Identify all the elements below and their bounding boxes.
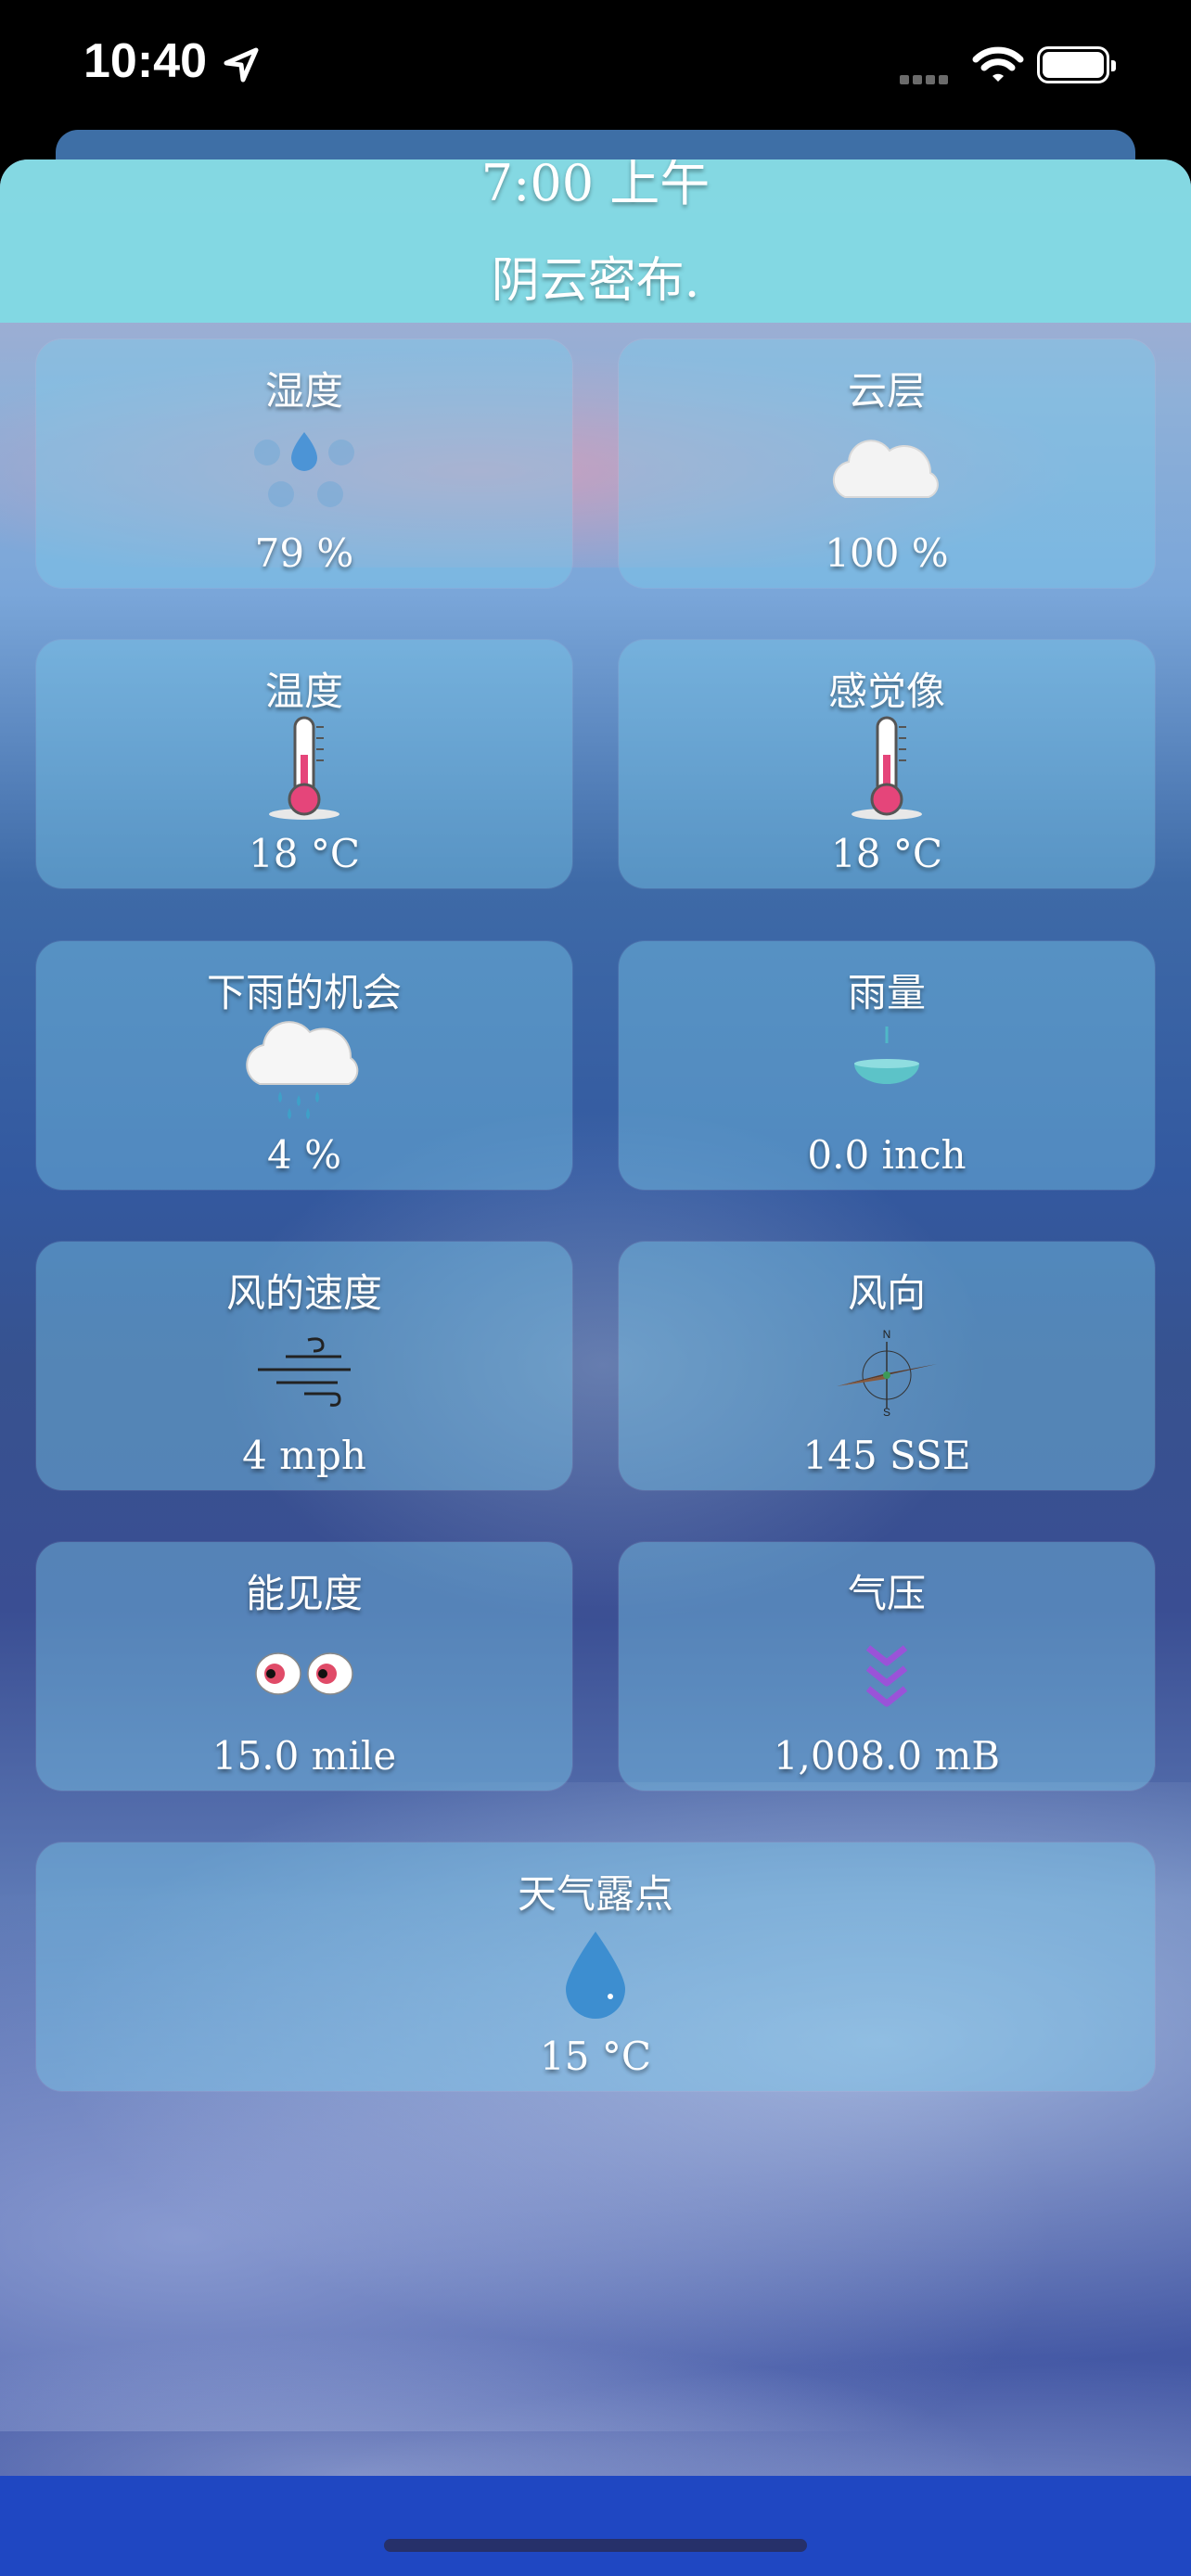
tile-value: 15.0 mile <box>211 1733 397 1779</box>
wind-icon <box>258 1337 351 1407</box>
forecast-time: 7:00 上午 <box>480 159 711 212</box>
tile-title: 温度 <box>264 669 343 714</box>
status-time: 10:40 <box>83 34 207 88</box>
feels-like-tile[interactable]: 感觉像 18 °C <box>619 640 1155 888</box>
cloud-icon <box>832 440 939 498</box>
tile-title: 云层 <box>847 368 926 414</box>
location-arrow-icon <box>224 47 259 83</box>
cellular-signal-icon <box>900 70 952 88</box>
tile-value: 145 SSE <box>802 1433 971 1478</box>
tile-title: 风向 <box>847 1270 926 1316</box>
water-drop-icon <box>566 1932 625 2019</box>
pressure-tile[interactable]: 气压 1,008.0 mB <box>619 1542 1155 1791</box>
tile-title: 能见度 <box>245 1571 363 1616</box>
tile-title: 风的速度 <box>225 1270 382 1316</box>
precipitation-tile[interactable]: 雨量 0.0 inch <box>619 941 1155 1190</box>
svg-text:N: N <box>883 1328 891 1341</box>
status-bar: 10:40 <box>0 0 1191 132</box>
bottom-bar <box>0 2476 1191 2576</box>
rain-cloud-icon <box>246 1021 359 1119</box>
humidity-drops-icon <box>254 432 354 507</box>
battery-icon <box>1037 46 1116 83</box>
rain-gauge-icon <box>854 1027 919 1084</box>
tile-title: 气压 <box>847 1571 926 1616</box>
sheet-header: 7:00 上午 阴云密布. <box>0 159 1191 323</box>
wind-direction-tile[interactable]: 风向 N S 145 SSE <box>619 1242 1155 1490</box>
cloud-tile[interactable]: 云层 100 % <box>619 339 1155 588</box>
tile-title: 天气露点 <box>517 1871 673 1917</box>
tile-value: 18 °C <box>831 831 942 876</box>
tile-value: 100 % <box>825 530 949 576</box>
dew-point-tile[interactable]: 天气露点 15 °C <box>36 1843 1155 2091</box>
tile-value: 1,008.0 mB <box>773 1733 1001 1779</box>
wind-speed-tile[interactable]: 风的速度 4 mph <box>36 1242 572 1490</box>
tile-title: 下雨的机会 <box>206 970 402 1015</box>
rain-chance-tile[interactable]: 下雨的机会 4 % <box>36 941 572 1190</box>
tile-value: 0.0 inch <box>807 1132 967 1178</box>
tile-value: 79 % <box>254 530 354 576</box>
weather-detail-sheet[interactable]: 7:00 上午 阴云密布. 湿度 79 % 云层 100 % 温度 18 °C … <box>0 159 1191 2576</box>
weather-description: 阴云密布. <box>491 253 700 309</box>
tile-value: 15 °C <box>540 2034 651 2079</box>
pressure-down-icon <box>865 1645 908 1707</box>
temperature-tile[interactable]: 温度 18 °C <box>36 640 572 888</box>
compass-icon: N S <box>837 1328 937 1419</box>
home-indicator[interactable] <box>384 2539 807 2552</box>
visibility-tile[interactable]: 能见度 15.0 mile <box>36 1542 572 1791</box>
tile-value: 4 % <box>267 1132 341 1178</box>
tile-title: 雨量 <box>847 970 926 1015</box>
thermometer-icon <box>852 716 922 820</box>
humidity-tile[interactable]: 湿度 79 % <box>36 339 572 588</box>
wifi-icon <box>972 46 1024 82</box>
eyes-icon <box>255 1652 353 1695</box>
tile-value: 4 mph <box>242 1433 366 1478</box>
tile-value: 18 °C <box>249 831 360 876</box>
tile-title: 湿度 <box>264 368 343 414</box>
thermometer-icon <box>269 716 339 820</box>
tile-title: 感觉像 <box>827 669 945 714</box>
